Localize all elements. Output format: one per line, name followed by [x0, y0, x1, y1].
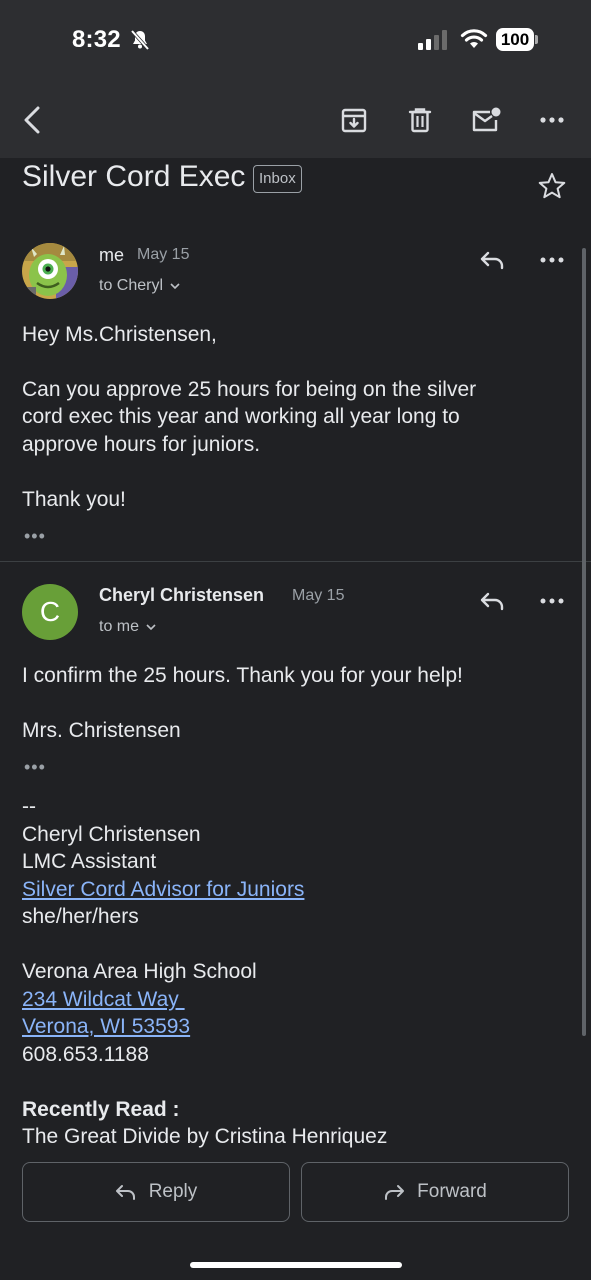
- more-horizontal-icon: [540, 117, 564, 123]
- home-indicator[interactable]: [190, 1262, 402, 1268]
- address-link-city[interactable]: Verona, WI 53593: [22, 1013, 190, 1041]
- recipient-toggle[interactable]: to Cheryl: [99, 277, 181, 295]
- recipient-text: to Cheryl: [99, 277, 164, 294]
- bell-slash-icon: [128, 28, 152, 52]
- battery-level: 100: [500, 30, 530, 49]
- message-body-line: Can you approve 25 hours for being on th…: [22, 378, 477, 401]
- archive-button[interactable]: [334, 100, 374, 140]
- message-divider: [0, 561, 591, 562]
- reply-icon: [115, 1185, 135, 1200]
- message-body-line: Thank you!: [22, 488, 126, 511]
- sender-name: me: [99, 245, 125, 265]
- signature-name: Cheryl Christensen: [22, 823, 201, 846]
- message-date: May 15: [137, 246, 190, 263]
- signature-school: Verona Area High School: [22, 960, 257, 983]
- back-chevron-icon: [24, 106, 40, 134]
- message-more-button[interactable]: [534, 583, 570, 619]
- signature-separator: --: [22, 795, 36, 818]
- wifi-icon: [460, 28, 488, 50]
- cellular-signal-icon: [418, 30, 450, 50]
- chevron-down-icon: [146, 624, 156, 631]
- reply-icon: [480, 251, 504, 270]
- message-body-line: Hey Ms.Christensen,: [22, 323, 217, 346]
- more-options-button[interactable]: [532, 100, 572, 140]
- sender-name: Cheryl Christensen: [99, 585, 265, 605]
- battery-tip: [535, 35, 538, 44]
- reply-icon: [480, 592, 504, 611]
- signature-pronouns: she/her/hers: [22, 905, 139, 928]
- scrollbar[interactable]: [582, 248, 586, 1036]
- archive-icon: [341, 108, 367, 133]
- thread-subject: Silver Cord Exec: [22, 160, 246, 193]
- reply-label: Reply: [148, 1181, 198, 1202]
- reply-button[interactable]: [474, 583, 510, 619]
- star-icon: [538, 173, 566, 199]
- message-more-button[interactable]: [534, 242, 570, 278]
- message-body-line: cord exec this year and working all year…: [22, 405, 460, 428]
- star-button[interactable]: [536, 170, 568, 202]
- avatar-image: [22, 243, 78, 299]
- forward-label: Forward: [417, 1181, 487, 1202]
- mark-unread-button[interactable]: [466, 100, 506, 140]
- trash-icon: [408, 108, 432, 133]
- inbox-label-chip[interactable]: Inbox: [253, 165, 302, 193]
- more-horizontal-icon: [540, 598, 564, 604]
- more-horizontal-icon: [540, 257, 564, 263]
- chevron-down-icon: [170, 283, 180, 290]
- recently-read-title: The Great Divide by Cristina Henriquez: [22, 1125, 388, 1148]
- forward-action-button[interactable]: Forward: [301, 1162, 569, 1222]
- show-trimmed-button[interactable]: •••: [24, 526, 46, 547]
- recipient-toggle[interactable]: to me: [99, 618, 157, 636]
- avatar-cheryl[interactable]: C: [22, 584, 78, 640]
- reply-button[interactable]: [474, 242, 510, 278]
- recently-read-label: Recently Read :: [22, 1098, 180, 1121]
- signature-phone: 608.653.1188: [22, 1043, 149, 1066]
- status-time: 8:32: [72, 26, 121, 53]
- reply-action-button[interactable]: Reply: [22, 1162, 290, 1222]
- battery-icon: 100: [496, 28, 538, 51]
- back-button[interactable]: [16, 100, 50, 140]
- message-body-line: I confirm the 25 hours. Thank you for yo…: [22, 664, 463, 687]
- signature-role: LMC Assistant: [22, 850, 157, 873]
- mark-unread-icon: [472, 107, 501, 132]
- show-trimmed-button[interactable]: •••: [24, 757, 46, 778]
- forward-icon: [385, 1185, 405, 1200]
- avatar-me[interactable]: [22, 243, 78, 299]
- advisor-link[interactable]: Silver Cord Advisor for Juniors: [22, 876, 304, 904]
- message-body-line: approve hours for juniors.: [22, 433, 261, 456]
- message-date: May 15: [292, 587, 345, 604]
- message-body-line: Mrs. Christensen: [22, 719, 181, 742]
- address-link-street[interactable]: 234 Wildcat Way: [22, 986, 185, 1014]
- delete-button[interactable]: [400, 100, 440, 140]
- recipient-text: to me: [99, 618, 140, 635]
